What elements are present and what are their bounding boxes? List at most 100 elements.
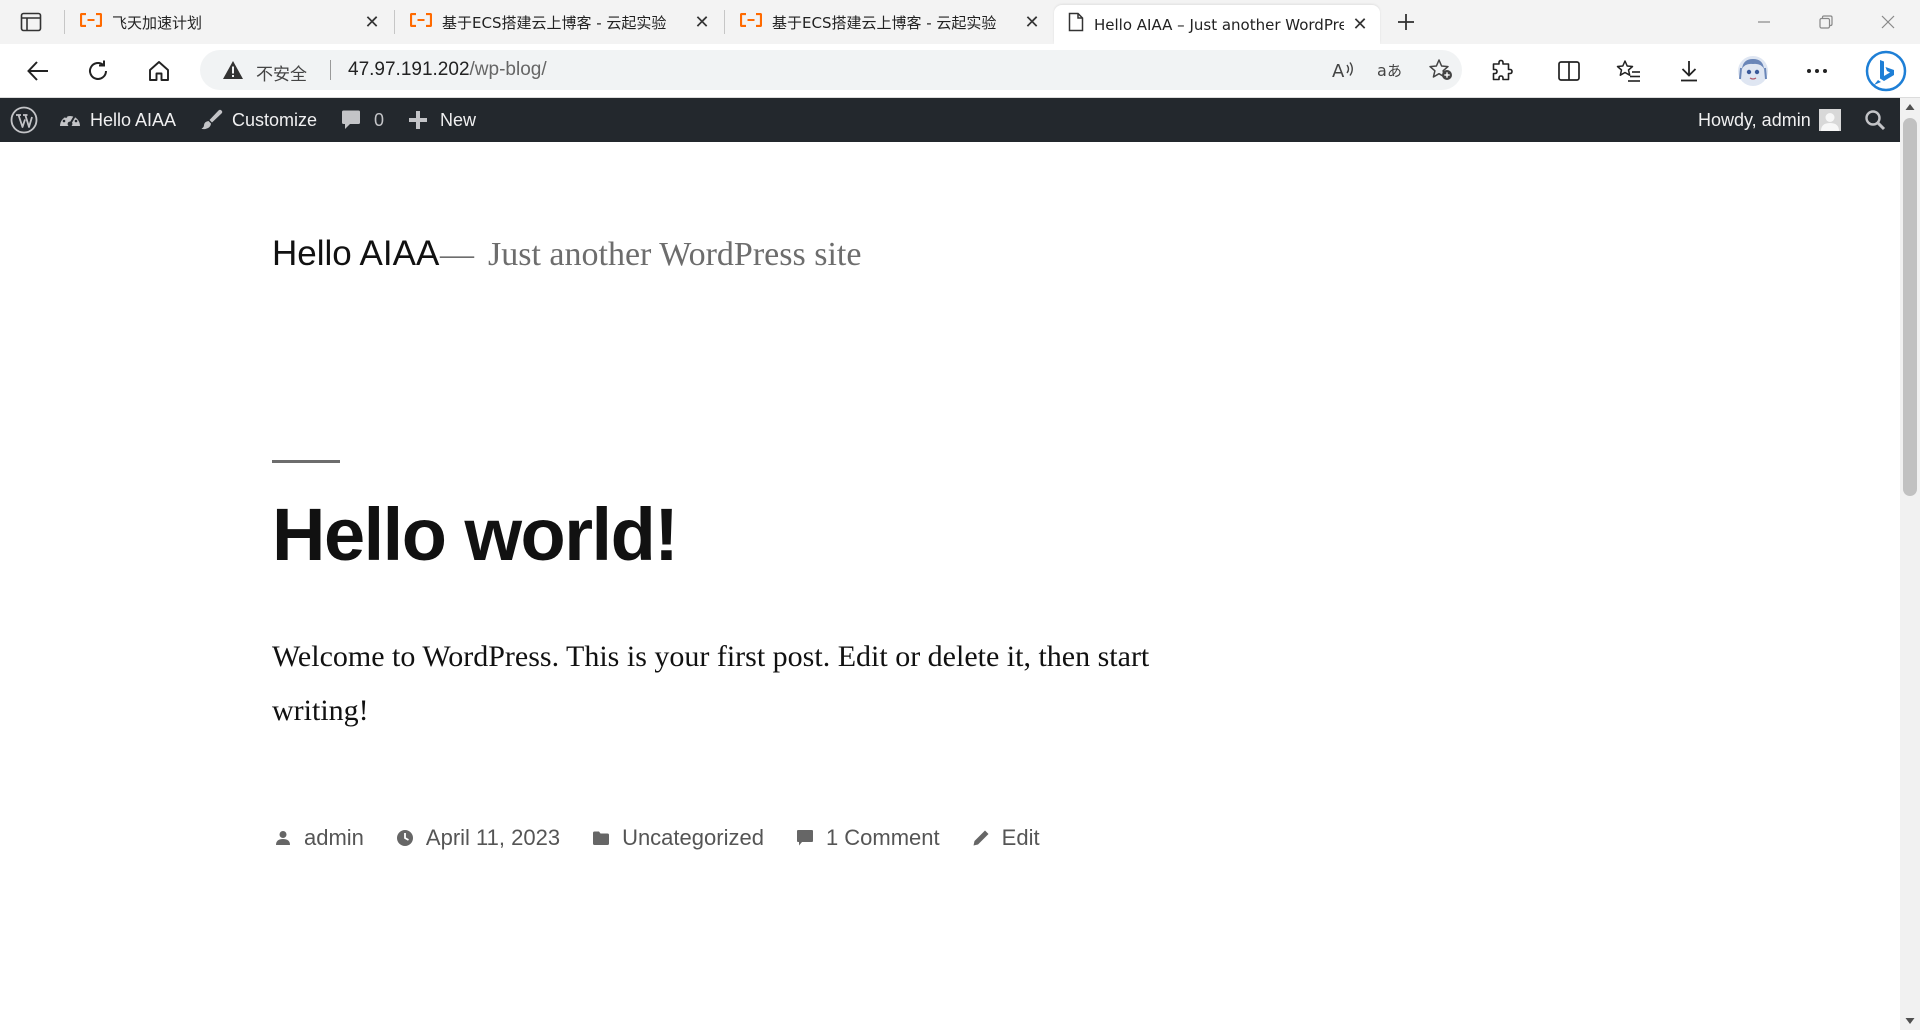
- security-status-label[interactable]: 不安全: [256, 60, 307, 85]
- refresh-icon: [89, 60, 107, 80]
- translate-icon: aあ: [1377, 61, 1402, 80]
- tab-separator: [394, 10, 395, 34]
- post-edit-link[interactable]: Edit: [970, 825, 1040, 851]
- avatar: [1818, 109, 1841, 131]
- site-description: — Just another WordPress site: [440, 236, 861, 274]
- page-content: Hello AIAA — Just another WordPress site …: [0, 142, 1900, 1030]
- post-author[interactable]: admin: [272, 825, 364, 851]
- restore-button[interactable]: [1798, 0, 1854, 44]
- puzzle-icon: [1492, 59, 1513, 81]
- post-category[interactable]: Uncategorized: [590, 825, 764, 851]
- author-name: admin: [304, 825, 364, 850]
- close-icon: [1881, 15, 1895, 29]
- refresh-button[interactable]: [81, 54, 115, 88]
- url-path: /wp-blog/: [469, 59, 547, 80]
- svg-text:A: A: [1332, 61, 1345, 81]
- search-icon: [1865, 110, 1886, 131]
- admin-bar-search[interactable]: [1864, 98, 1886, 142]
- home-icon: [149, 61, 169, 81]
- bing-icon: [1865, 50, 1907, 92]
- plus-icon: [1398, 14, 1414, 30]
- more-menu-button[interactable]: [1800, 54, 1834, 88]
- tab-title: 飞天加速计划: [112, 13, 203, 32]
- tab-hello-aiaa[interactable]: Hello AIAA – Just another WordPress site…: [1054, 5, 1380, 44]
- site-title-link[interactable]: Hello AIAA: [272, 234, 439, 274]
- aliyun-logo-icon: [409, 12, 433, 32]
- star-add-icon: [1429, 59, 1452, 80]
- admin-bar-customize[interactable]: Customize: [200, 98, 317, 142]
- wordpress-logo-icon: [10, 106, 38, 134]
- read-aloud-icon: A: [1332, 61, 1353, 81]
- edit-text: Edit: [1001, 825, 1040, 850]
- close-icon[interactable]: ✕: [692, 12, 712, 32]
- tab-ecs-blog-1[interactable]: 基于ECS搭建云上博客 - 云起实验 ✕: [396, 5, 722, 39]
- site-tagline: Just another WordPress site: [488, 236, 862, 273]
- dashboard-gauge-icon: [60, 113, 80, 127]
- restore-icon: [1819, 15, 1833, 29]
- favorites-icon: [1616, 60, 1640, 82]
- folder-icon: [590, 827, 612, 849]
- divider: [330, 60, 331, 80]
- downloads-button[interactable]: [1672, 54, 1706, 88]
- tab-actions-menu-icon[interactable]: [18, 10, 44, 34]
- pencil-icon: [970, 827, 992, 849]
- admin-bar-comments[interactable]: 0: [340, 98, 384, 142]
- scroll-down-arrow-icon[interactable]: [1900, 1012, 1920, 1030]
- post-date[interactable]: April 11, 2023: [394, 825, 560, 851]
- add-favorite-button[interactable]: [1426, 56, 1456, 84]
- back-button[interactable]: [21, 54, 55, 88]
- tab-separator: [724, 10, 725, 34]
- profile-avatar-icon: [1738, 56, 1768, 86]
- split-screen-button[interactable]: [1552, 54, 1586, 88]
- admin-bar-my-account[interactable]: Howdy, admin: [1698, 98, 1841, 142]
- scroll-up-arrow-icon[interactable]: [1900, 98, 1920, 116]
- wp-logo-menu[interactable]: [10, 98, 38, 142]
- browser-toolbar: 不安全 47.97.191.202/wp-blog/ A aあ: [0, 44, 1920, 98]
- favorites-button[interactable]: [1612, 54, 1646, 88]
- page-icon: [1068, 12, 1084, 37]
- comment-bubble-icon: [342, 110, 360, 129]
- scrollbar-thumb[interactable]: [1903, 118, 1917, 496]
- page-scrollbar[interactable]: [1900, 98, 1920, 1030]
- close-icon[interactable]: ✕: [1022, 12, 1042, 32]
- translate-button[interactable]: aあ: [1376, 56, 1406, 84]
- profile-button[interactable]: [1736, 54, 1770, 88]
- close-window-button[interactable]: [1860, 0, 1916, 44]
- admin-bar-new-content[interactable]: New: [408, 98, 476, 142]
- new-tab-button[interactable]: [1392, 8, 1420, 36]
- howdy-label: Howdy, admin: [1698, 109, 1811, 130]
- post-comments-link[interactable]: 1 Comment: [794, 825, 940, 851]
- url-text[interactable]: 47.97.191.202/wp-blog/: [348, 59, 547, 81]
- wp-admin-bar: Hello AIAA Customize 0 New Howdy, admin: [0, 98, 1900, 142]
- tab-title: 基于ECS搭建云上博客 - 云起实验: [442, 13, 667, 32]
- ellipsis-icon: [1807, 69, 1827, 73]
- arrow-left-icon: [27, 61, 48, 81]
- minimize-button[interactable]: [1736, 0, 1792, 44]
- close-icon[interactable]: ✕: [362, 12, 382, 32]
- post-title[interactable]: Hello world!: [272, 492, 679, 577]
- plus-icon: [409, 111, 427, 129]
- clock-icon: [394, 827, 416, 849]
- download-icon: [1681, 61, 1697, 82]
- home-button[interactable]: [142, 54, 176, 88]
- post-body: Welcome to WordPress. This is your first…: [272, 640, 1150, 727]
- paintbrush-icon: [201, 109, 223, 130]
- warning-icon[interactable]: [222, 60, 244, 85]
- minimize-icon: [1758, 21, 1770, 23]
- tab-feitian[interactable]: 飞天加速计划 ✕: [66, 5, 392, 39]
- extensions-button[interactable]: [1485, 54, 1519, 88]
- svg-text:あ: あ: [1387, 62, 1402, 80]
- post-meta: admin April 11, 2023 Uncategorized 1 Com…: [272, 820, 1070, 856]
- admin-bar-site-name[interactable]: Hello AIAA: [58, 98, 176, 142]
- read-aloud-button[interactable]: A: [1328, 56, 1358, 84]
- bing-chat-button[interactable]: [1864, 49, 1908, 93]
- person-icon: [272, 827, 294, 849]
- url-host: 47.97.191.202: [348, 59, 470, 80]
- comments-count: 0: [374, 109, 385, 130]
- title-separator: —: [440, 236, 474, 273]
- tab-ecs-blog-2[interactable]: 基于ECS搭建云上博客 - 云起实验 ✕: [726, 5, 1052, 39]
- tab-title: 基于ECS搭建云上博客 - 云起实验: [772, 13, 997, 32]
- close-icon[interactable]: ✕: [1350, 14, 1370, 35]
- address-bar[interactable]: 不安全 47.97.191.202/wp-blog/ A aあ: [200, 50, 1462, 90]
- customize-label: Customize: [232, 109, 318, 130]
